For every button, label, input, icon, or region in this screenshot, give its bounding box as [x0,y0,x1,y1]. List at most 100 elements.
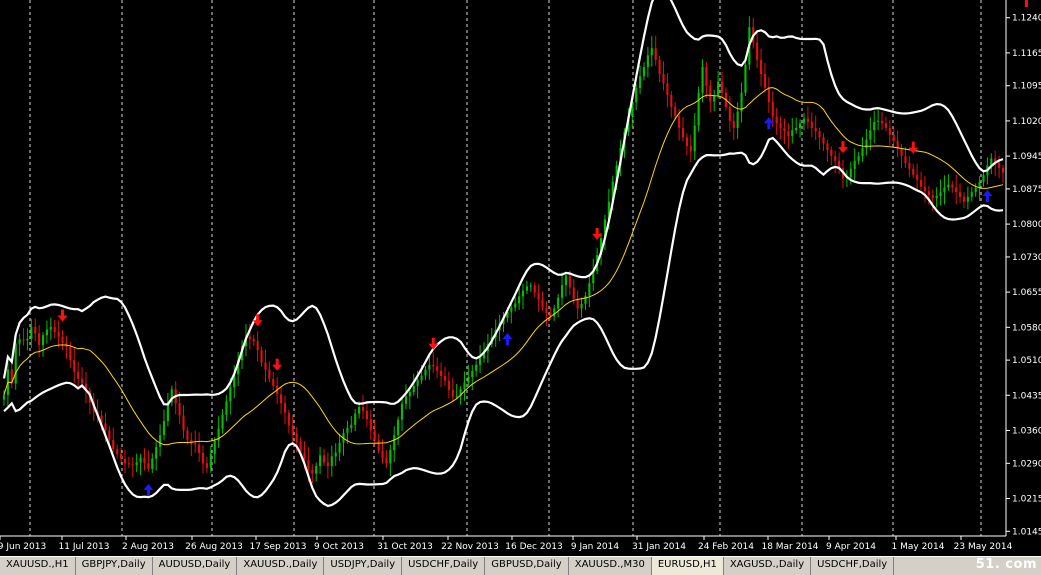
candle-body [295,433,298,443]
chart-background [0,0,1041,556]
candle-body [670,95,673,107]
candle-body [104,423,107,431]
chart-tab[interactable]: EURUSD,H1 [651,557,724,575]
candle-body [30,326,33,340]
candle-body [389,450,392,464]
candle-body [533,285,536,293]
candle-body [131,464,134,466]
chart-tab[interactable]: XAUUSD.,Daily [237,557,325,575]
candle-body [685,137,688,147]
candle-body [123,458,127,464]
candle-body [678,116,681,128]
candle-body [408,392,411,397]
candle-body [705,66,708,86]
candle-body [849,168,852,178]
chart-tab[interactable]: AUDUSD,Daily [153,557,238,575]
candle-body [213,440,216,454]
candle-body [912,168,915,175]
candle-body [865,139,868,149]
candle-body [857,156,860,161]
candle-body [658,59,661,75]
candle-body [927,191,930,196]
chart-tab[interactable]: GBPUSD,Daily [485,557,569,575]
candle-body [759,59,763,75]
candle-body [810,121,813,128]
candle-body [80,378,84,384]
candle-body [564,275,568,286]
candle-body [756,42,759,60]
buy-arrow-shaft [767,122,771,130]
candle-body [2,394,6,400]
candle-body [791,130,794,136]
candle-body [162,421,166,436]
candle-body [334,452,337,457]
candle-body [268,369,271,379]
time-tick-label: 9 Jun 2013 [0,542,46,552]
chart-tab[interactable]: USDCHF,Daily [811,557,895,575]
candle-body [884,123,888,128]
candle-body [350,424,353,429]
candle-body [970,192,973,197]
time-tick-label: 2 Aug 2013 [122,542,174,552]
candle-body [116,449,119,454]
price-tick-label: 1.1165 [1012,49,1041,59]
sell-arrow-shaft [61,309,65,317]
candle-body [717,81,720,96]
candle-body [108,430,111,440]
candle-body [541,299,544,308]
time-tick-label: 23 May 2014 [954,542,1013,552]
candle-body [38,333,41,346]
candle-body [264,362,267,370]
candle-body [198,444,201,453]
sell-arrow-shaft [595,227,599,235]
candle-body [112,439,115,450]
price-tick-label: 1.0800 [1012,220,1041,230]
candle-body [291,425,294,434]
price-chart[interactable]: 1.1240 1.1165 1.1095 1.1020 1.0945 1.0875 1.08… [0,0,1041,556]
price-tick-label: 1.0360 [1012,426,1041,436]
candle-body [205,463,208,468]
candle-body [557,297,560,309]
chart-tab[interactable]: XAUUSD.,H1 [0,557,76,575]
chart-tab[interactable]: XAGUSD.,Daily [724,557,812,575]
chart-tab[interactable]: GBPJPY,Daily [76,557,153,575]
candle-body [525,286,528,291]
candle-body [689,146,692,152]
candle-body [45,329,48,336]
price-tick-label: 1.0145 [1012,527,1041,537]
candle-body [201,452,205,464]
price-tick-label: 1.0945 [1012,152,1041,162]
price-tick-label: 1.0510 [1012,356,1041,366]
price-tick-label: 1.0215 [1012,494,1041,504]
candle-body [404,396,408,404]
candle-body [279,394,283,404]
chart-tab[interactable]: USDCHF,Daily [402,557,486,575]
candle-body [135,462,138,466]
candle-body [681,127,685,138]
time-tick-label: 16 Dec 2013 [505,542,563,552]
chart-tab[interactable]: XAUUSD.,M30 [569,557,652,575]
candle-body [248,336,251,340]
candle-body [41,335,45,346]
chart-tab[interactable]: USDJPY,Daily [324,557,403,575]
candle-body [826,143,829,150]
candle-body [319,455,322,467]
candle-body [709,85,712,102]
candle-body [962,196,966,202]
sell-arrow-shaft [275,358,279,366]
candle-body [369,419,372,431]
candle-body [467,377,470,383]
time-tick-label: 9 Oct 2013 [314,542,364,552]
price-tick-label: 1.1240 [1012,14,1041,24]
candle-body [892,134,895,142]
candle-body [420,375,423,381]
candle-body [14,343,17,384]
candle-body [443,376,447,381]
candle-body [568,275,571,288]
chart-tab-bar: XAUUSD.,H1 GBPJPY,Daily AUDUSD,Daily XAUUSD… [0,556,1041,575]
candle-body [795,127,798,131]
time-tick-label: 11 Jul 2013 [59,542,110,552]
candle-body [646,55,649,67]
price-tick-label: 1.0875 [1012,185,1041,195]
sell-arrow-shaft [256,314,260,322]
